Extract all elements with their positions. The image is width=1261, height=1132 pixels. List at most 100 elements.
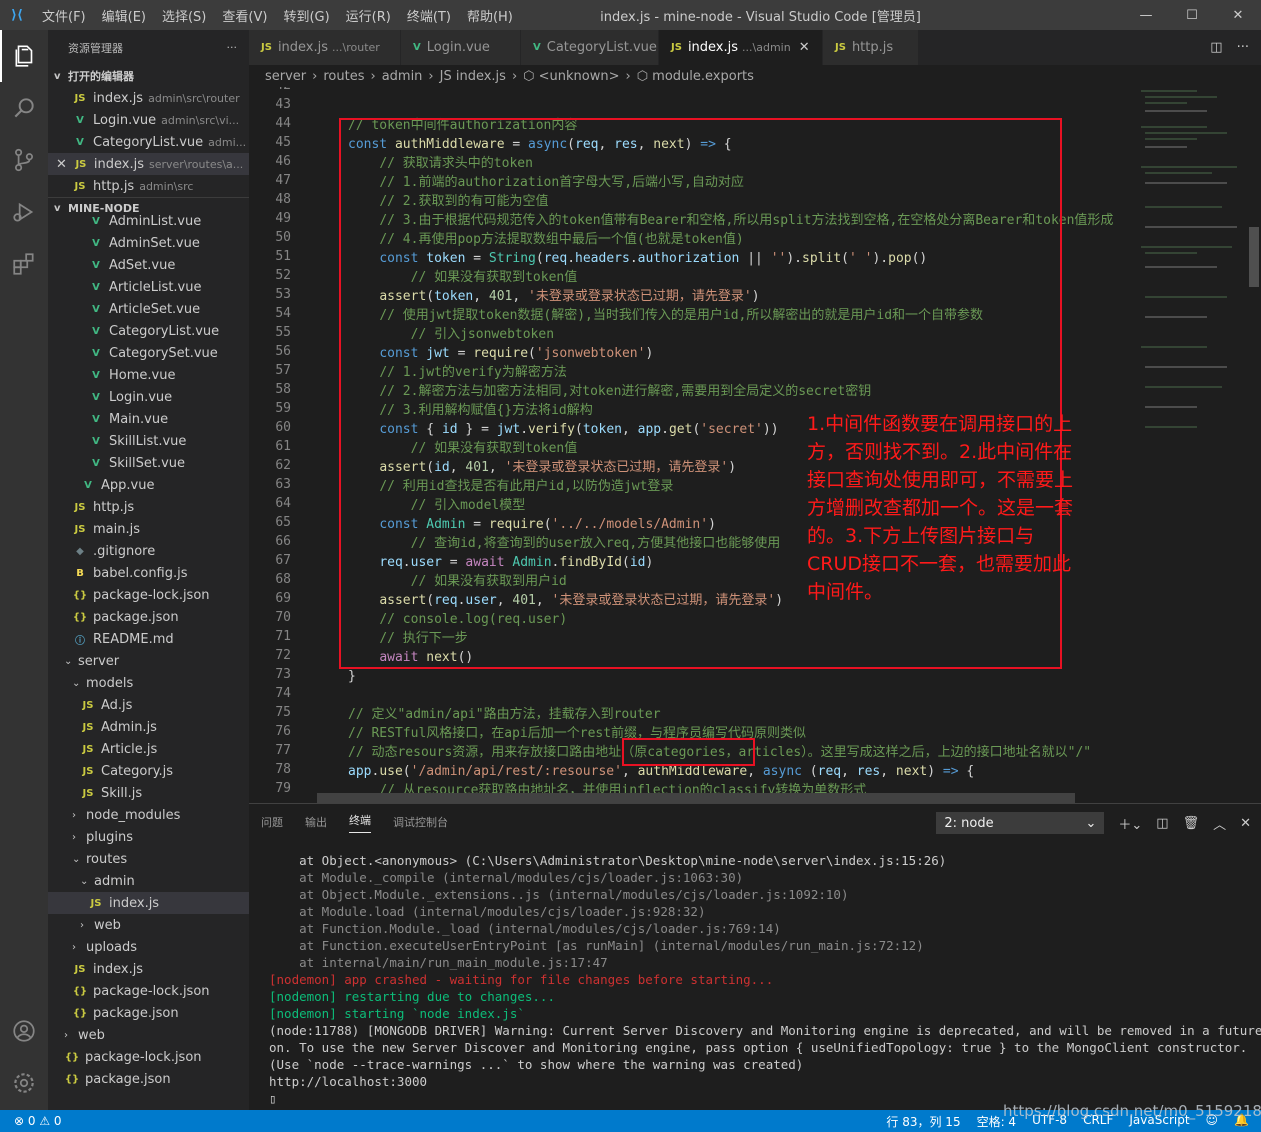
close-tab-icon[interactable]: ✕ (799, 40, 810, 55)
tree-item[interactable]: JS Category.js (48, 760, 249, 782)
tree-item[interactable]: {} package.json (48, 1002, 249, 1024)
more-actions-icon[interactable]: ··· (227, 41, 238, 54)
cursor-position[interactable]: 行 83，列 15 (886, 1113, 960, 1130)
tree-item[interactable]: V Main.vue (48, 408, 249, 430)
tree-item[interactable]: ⌄ routes (48, 848, 249, 870)
horizontal-scrollbar[interactable] (317, 793, 1075, 803)
breadcrumb-item[interactable]: routes (323, 69, 364, 84)
tree-item[interactable]: Bbabel.config.js (48, 562, 249, 584)
panel-tab[interactable]: 终端 (349, 812, 371, 833)
explorer-icon[interactable] (0, 30, 48, 82)
tree-item[interactable]: V AdSet.vue (48, 254, 249, 276)
menu-item[interactable]: 帮助(H) (459, 6, 521, 25)
tree-item[interactable]: V SkillList.vue (48, 430, 249, 452)
tree-item[interactable]: JS Skill.js (48, 782, 249, 804)
tree-item[interactable]: {} package-lock.json (48, 1046, 249, 1068)
tree-item[interactable]: V ArticleList.vue (48, 276, 249, 298)
tree-item[interactable]: {} package-lock.json (48, 980, 249, 1002)
breadcrumb-item[interactable]: ⬡ <unknown> (523, 69, 619, 84)
minimap[interactable] (1137, 87, 1247, 803)
tree-item[interactable]: JS index.js (48, 892, 249, 914)
menu-item[interactable]: 查看(V) (214, 6, 275, 25)
run-debug-icon[interactable] (0, 186, 48, 238)
tree-item[interactable]: › plugins (48, 826, 249, 848)
extensions-icon[interactable] (0, 238, 48, 290)
open-editor-item[interactable]: ✕ JS index.js server\routes\a... (48, 153, 249, 175)
menu-item[interactable]: 文件(F) (34, 6, 94, 25)
open-editor-item[interactable]: JS http.js admin\src (48, 175, 249, 197)
code-editor[interactable]: 42 43 44 45 46 47 48 49 50 51 52 53 54 55 56 57 58 59 60 61… (249, 87, 1261, 803)
breadcrumb-item[interactable]: JS index.js (440, 69, 506, 84)
panel-tab[interactable]: 调试控制台 (393, 814, 448, 830)
file-name: SkillSet.vue (109, 455, 186, 471)
open-editor-item[interactable]: JS index.js admin\src\router (48, 87, 249, 109)
settings-gear-icon[interactable] (0, 1057, 48, 1109)
new-terminal-icon[interactable]: ＋⌄ (1118, 814, 1142, 833)
editor-tab[interactable]: V CategoryList.vue (521, 30, 659, 65)
tree-item[interactable]: JS index.js (48, 958, 249, 980)
tree-item[interactable]: › node_modules (48, 804, 249, 826)
trash-icon[interactable]: 🗑 (1183, 816, 1200, 831)
tree-item[interactable]: JS http.js (48, 496, 249, 518)
menu-item[interactable]: 运行(R) (338, 6, 399, 25)
tree-item[interactable]: ⌄ models (48, 672, 249, 694)
tree-item[interactable]: {} package.json (48, 606, 249, 628)
close-window-icon[interactable]: ✕ (1215, 0, 1261, 30)
close-icon[interactable]: ✕ (56, 157, 67, 172)
split-terminal-icon[interactable]: ◫ (1156, 816, 1168, 831)
tree-item[interactable]: V SkillSet.vue (48, 452, 249, 474)
file-type-icon: V (92, 281, 100, 293)
tree-item[interactable]: V ArticleSet.vue (48, 298, 249, 320)
tree-item[interactable]: JS main.js (48, 518, 249, 540)
breadcrumb-item[interactable]: admin (382, 69, 423, 84)
menu-item[interactable]: 选择(S) (154, 6, 214, 25)
account-icon[interactable] (0, 1005, 48, 1057)
open-editors-header[interactable]: v 打开的编辑器 (48, 65, 249, 87)
tree-item[interactable]: V CategorySet.vue (48, 342, 249, 364)
terminal-select[interactable]: 2: node ⌄ (936, 812, 1105, 834)
tree-item[interactable]: V CategoryList.vue (48, 320, 249, 342)
tree-item[interactable]: ⌄ admin (48, 870, 249, 892)
tree-item[interactable]: ⌄ server (48, 650, 249, 672)
editor-tab[interactable]: JS index.js ...\admin ✕ (659, 30, 823, 65)
tree-item[interactable]: ⓘ README.md (48, 628, 249, 650)
tree-item[interactable]: JS Article.js (48, 738, 249, 760)
tree-item[interactable]: V Home.vue (48, 364, 249, 386)
menu-item[interactable]: 终端(T) (399, 6, 459, 25)
panel-tab[interactable]: 输出 (305, 814, 327, 830)
terminal-output[interactable]: at Object.<anonymous> (C:\Users\Administ… (269, 852, 1261, 1107)
search-icon[interactable] (0, 82, 48, 134)
source-control-icon[interactable] (0, 134, 48, 186)
minimize-icon[interactable]: — (1123, 0, 1169, 30)
tree-item[interactable]: V AdminSet.vue (48, 232, 249, 254)
tree-item[interactable]: {} package-lock.json (48, 584, 249, 606)
tree-item[interactable]: JS Ad.js (48, 694, 249, 716)
tree-item[interactable]: {} package.json (48, 1068, 249, 1090)
vertical-scrollbar[interactable] (1249, 227, 1259, 287)
problems-status[interactable]: ⊗ 0 ⚠ 0 (0, 1114, 62, 1128)
tree-item[interactable]: JS Admin.js (48, 716, 249, 738)
tree-item[interactable]: › web (48, 914, 249, 936)
maximize-icon[interactable]: ☐ (1169, 0, 1215, 30)
tree-item[interactable]: V Login.vue (48, 386, 249, 408)
tree-item[interactable]: ◆ .gitignore (48, 540, 249, 562)
open-editor-item[interactable]: V CategoryList.vue admi... (48, 131, 249, 153)
tree-item[interactable]: › web (48, 1024, 249, 1046)
tree-item[interactable]: › uploads (48, 936, 249, 958)
editor-tab[interactable]: JS index.js ...\router (249, 30, 401, 65)
panel-tab[interactable]: 问题 (261, 814, 283, 830)
terminal-line: [nodemon] app crashed - waiting for file… (269, 972, 774, 987)
menu-item[interactable]: 编辑(E) (94, 6, 154, 25)
open-editor-item[interactable]: V Login.vue admin\src\vi... (48, 109, 249, 131)
tree-item[interactable]: V App.vue (48, 474, 249, 496)
editor-tab[interactable]: V Login.vue (401, 30, 521, 65)
close-panel-icon[interactable]: ✕ (1240, 816, 1251, 831)
breadcrumb-item[interactable]: ⬡ module.exports (637, 69, 754, 84)
line-number: 73 (275, 667, 291, 682)
editor-tab[interactable]: JS http.js (823, 30, 919, 65)
maximize-panel-icon[interactable]: ︿ (1213, 814, 1226, 833)
more-tab-actions-icon[interactable]: ··· (1237, 40, 1249, 55)
breadcrumb-item[interactable]: server (265, 69, 306, 84)
menu-item[interactable]: 转到(G) (275, 6, 337, 25)
split-editor-icon[interactable]: ◫ (1210, 40, 1222, 55)
